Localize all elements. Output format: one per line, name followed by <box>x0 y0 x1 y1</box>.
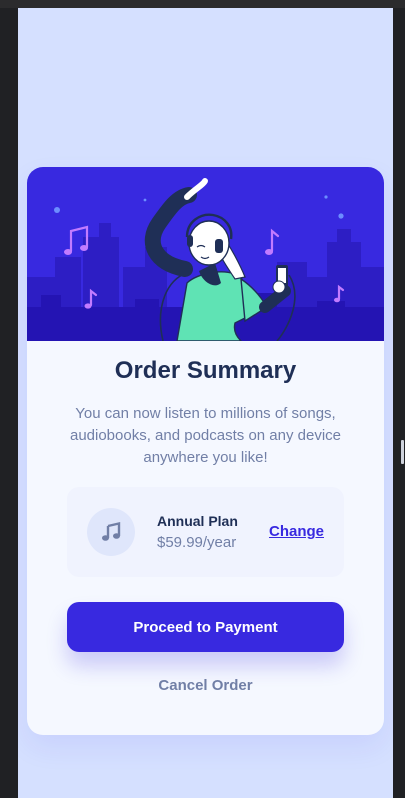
scrollbar-handle[interactable] <box>393 440 405 466</box>
proceed-to-payment-button[interactable]: Proceed to Payment <box>67 602 344 652</box>
plan-summary-box: Annual Plan $59.99/year Change <box>67 487 344 577</box>
page-viewport: Order Summary You can now listen to mill… <box>18 8 393 798</box>
order-description: You can now listen to millions of songs,… <box>69 405 342 466</box>
plan-name: Annual Plan <box>157 513 238 529</box>
cancel-order-button[interactable]: Cancel Order <box>67 677 344 697</box>
page-title: Order Summary <box>114 357 297 384</box>
plan-price: $59.99/year <box>157 534 237 551</box>
change-plan-link[interactable]: Change <box>269 523 324 540</box>
order-summary-card: Order Summary You can now listen to mill… <box>27 167 384 735</box>
window-top-bar <box>0 0 405 8</box>
music-note-icon <box>87 508 135 556</box>
hero-illustration <box>27 167 384 341</box>
